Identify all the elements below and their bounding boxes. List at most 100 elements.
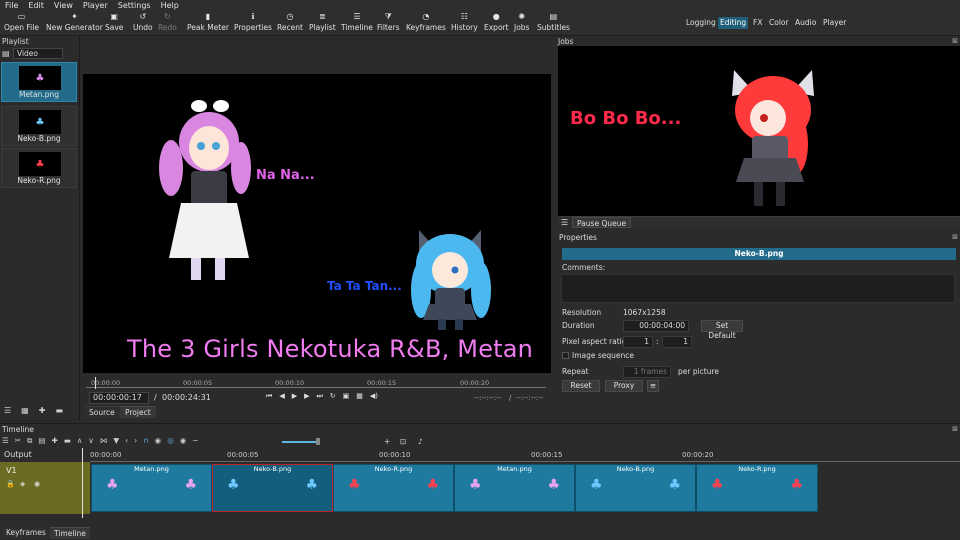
timeline-button[interactable]: ☰ Timeline xyxy=(341,12,373,35)
properties-button[interactable]: ℹ Properties xyxy=(234,12,272,35)
subtitles-button[interactable]: ▤ Subtitles xyxy=(537,12,570,35)
next-marker-icon[interactable]: › xyxy=(134,436,137,448)
skip-start-icon[interactable]: ⏮ xyxy=(266,392,272,401)
video-preview[interactable]: Na Na... Ta Ta Tan... The 3 Girls Nekotu… xyxy=(83,74,551,373)
lift-icon[interactable]: ∧ xyxy=(77,436,83,448)
playlist-add-button[interactable]: ✚ xyxy=(39,406,46,418)
set-default-button[interactable]: Set Default xyxy=(701,320,743,340)
open-file-button[interactable]: ▭ Open File xyxy=(4,12,39,35)
layout-fx[interactable]: FX xyxy=(751,17,764,29)
jobs-button[interactable]: ✺ Jobs xyxy=(514,12,529,35)
export-button[interactable]: ● Export xyxy=(484,12,509,35)
project-tab[interactable]: Project xyxy=(120,406,156,418)
new-generator-button[interactable]: ✦ New Generator xyxy=(46,12,103,35)
zoom-slider[interactable] xyxy=(282,441,316,443)
fast-forward-icon[interactable]: ▶ xyxy=(304,392,309,401)
playlist-item-neko-r[interactable]: ♣ Neko-R.png xyxy=(1,148,77,188)
duration-field[interactable]: 00:00:04:00 xyxy=(623,320,689,332)
ripple-all-icon[interactable]: ◉ xyxy=(180,436,187,448)
copy-icon[interactable]: ⧉ xyxy=(27,436,32,448)
history-button[interactable]: ☷ History xyxy=(451,12,478,35)
menu-view[interactable]: View xyxy=(54,1,73,10)
proxy-button[interactable]: Proxy xyxy=(605,380,643,392)
paste-icon[interactable]: ▤ xyxy=(38,436,45,448)
playlist-item-metan[interactable]: ♣ Metan.png xyxy=(1,62,77,102)
timeline-clip-neko-b[interactable]: Neko-B.png ♣ ♣ xyxy=(575,464,696,512)
record-audio-icon[interactable]: ♪ xyxy=(418,437,423,446)
menu-settings[interactable]: Settings xyxy=(118,1,151,10)
timeline-close-icon[interactable]: ⊠ xyxy=(952,425,958,433)
zoom-slider-handle[interactable] xyxy=(316,438,320,445)
layout-editing[interactable]: Editing xyxy=(718,17,749,29)
playlist-button[interactable]: ≣ Playlist xyxy=(309,12,336,35)
keyframes-button[interactable]: ◔ Keyframes xyxy=(406,12,446,35)
cut-icon[interactable]: ✂ xyxy=(15,436,21,448)
play-icon[interactable]: ▶ xyxy=(292,392,297,401)
playlist-menu-button[interactable]: ☰ xyxy=(4,406,11,418)
current-time-field[interactable]: 00:00:00:17 xyxy=(89,392,149,404)
timeline-playhead[interactable] xyxy=(82,448,83,518)
v1-track-header[interactable]: V1 🔒 ◈ ◉ xyxy=(0,462,90,514)
zoom-out-icon[interactable]: − xyxy=(192,436,198,448)
recent-button[interactable]: ◷ Recent xyxy=(277,12,303,35)
scrub-icon[interactable]: ◉ xyxy=(155,436,162,448)
properties-close-icon[interactable]: ⊠ xyxy=(952,233,958,241)
timeline-clip-neko-r[interactable]: Neko-R.png ♣ ♣ xyxy=(696,464,818,512)
playlist-grid-button[interactable]: ▦ xyxy=(21,406,29,418)
menu-player[interactable]: Player xyxy=(83,1,108,10)
timeline-clip-neko-r[interactable]: Neko-R.png ♣ ♣ xyxy=(333,464,454,512)
timeline-ruler[interactable]: 00:00:00 00:00:05 00:00:10 00:00:15 00:0… xyxy=(90,450,960,462)
layout-audio[interactable]: Audio xyxy=(793,17,818,29)
menu-file[interactable]: File xyxy=(5,1,18,10)
loop-icon[interactable]: ↻ xyxy=(330,392,336,401)
rewind-icon[interactable]: ◀ xyxy=(279,392,284,401)
ripple-icon[interactable]: ◎ xyxy=(167,436,174,448)
remove-icon[interactable]: ▬ xyxy=(64,436,71,448)
image-sequence-checkbox[interactable] xyxy=(562,352,569,359)
timeline-tab[interactable]: Timeline xyxy=(50,527,90,539)
timeline-clip-neko-b[interactable]: Neko-B.png ♣ ♣ xyxy=(212,464,333,512)
reset-button[interactable]: Reset xyxy=(562,380,600,392)
layout-logging[interactable]: Logging xyxy=(684,17,718,29)
playlist-view-select[interactable]: Video xyxy=(13,48,63,59)
split-icon[interactable]: ⋈ xyxy=(100,436,108,448)
menu-help[interactable]: Help xyxy=(161,1,179,10)
keyframes-tab[interactable]: Keyframes xyxy=(2,527,50,539)
jobs-close-icon[interactable]: ⊠ xyxy=(952,37,958,45)
track-composite-icon[interactable]: ◈ xyxy=(20,480,25,488)
repeat-field[interactable]: 1 frames xyxy=(623,366,671,378)
scrub-ruler[interactable]: 00:00:00 00:00:05 00:00:10 00:00:15 00:0… xyxy=(86,375,550,389)
track-lock-icon[interactable]: 🔒 xyxy=(6,480,15,488)
append-icon[interactable]: ✚ xyxy=(51,436,57,448)
par-denominator-field[interactable]: 1 xyxy=(662,336,692,348)
comments-field[interactable] xyxy=(561,274,955,303)
filters-button[interactable]: ⧩ Filters xyxy=(377,12,399,35)
track-visible-icon[interactable]: ◉ xyxy=(34,480,40,488)
par-numerator-field[interactable]: 1 xyxy=(623,336,653,348)
timeline-clip-metan[interactable]: Metan.png ♣ ♣ xyxy=(454,464,575,512)
playlist-remove-button[interactable]: ▬ xyxy=(55,406,63,418)
timeline-menu-icon[interactable]: ☰ xyxy=(2,436,9,448)
grid-icon[interactable]: ▦ xyxy=(356,392,363,401)
layout-player[interactable]: Player xyxy=(821,17,848,29)
zoom-icon[interactable]: ▣ xyxy=(343,392,350,401)
pause-queue-button[interactable]: Pause Queue xyxy=(572,217,632,228)
peak-meter-button[interactable]: ▮ Peak Meter xyxy=(187,12,229,35)
overwrite-icon[interactable]: ∨ xyxy=(88,436,94,448)
zoom-in-icon[interactable]: + xyxy=(384,437,390,446)
proxy-menu-icon[interactable]: ≡ xyxy=(647,380,659,392)
playlist-item-neko-b[interactable]: ♣ Neko-B.png xyxy=(1,106,77,146)
zoom-fit-icon[interactable]: ⊡ xyxy=(400,437,406,446)
marker-icon[interactable]: ▼ xyxy=(113,436,119,448)
jobs-menu-icon[interactable]: ☰ xyxy=(561,218,568,227)
snap-icon[interactable]: ∩ xyxy=(143,436,149,448)
skip-end-icon[interactable]: ⏭ xyxy=(316,392,322,401)
prev-marker-icon[interactable]: ‹ xyxy=(125,436,128,448)
redo-button[interactable]: ↻ Redo xyxy=(158,12,177,35)
source-tab[interactable]: Source xyxy=(84,406,120,418)
playlist-menu-icon[interactable]: ▤ xyxy=(2,49,10,58)
menu-edit[interactable]: Edit xyxy=(28,1,44,10)
volume-icon[interactable]: ◀) xyxy=(370,392,378,401)
save-button[interactable]: ▣ Save xyxy=(105,12,123,35)
timeline-clip-metan[interactable]: Metan.png ♣ ♣ xyxy=(91,464,212,512)
